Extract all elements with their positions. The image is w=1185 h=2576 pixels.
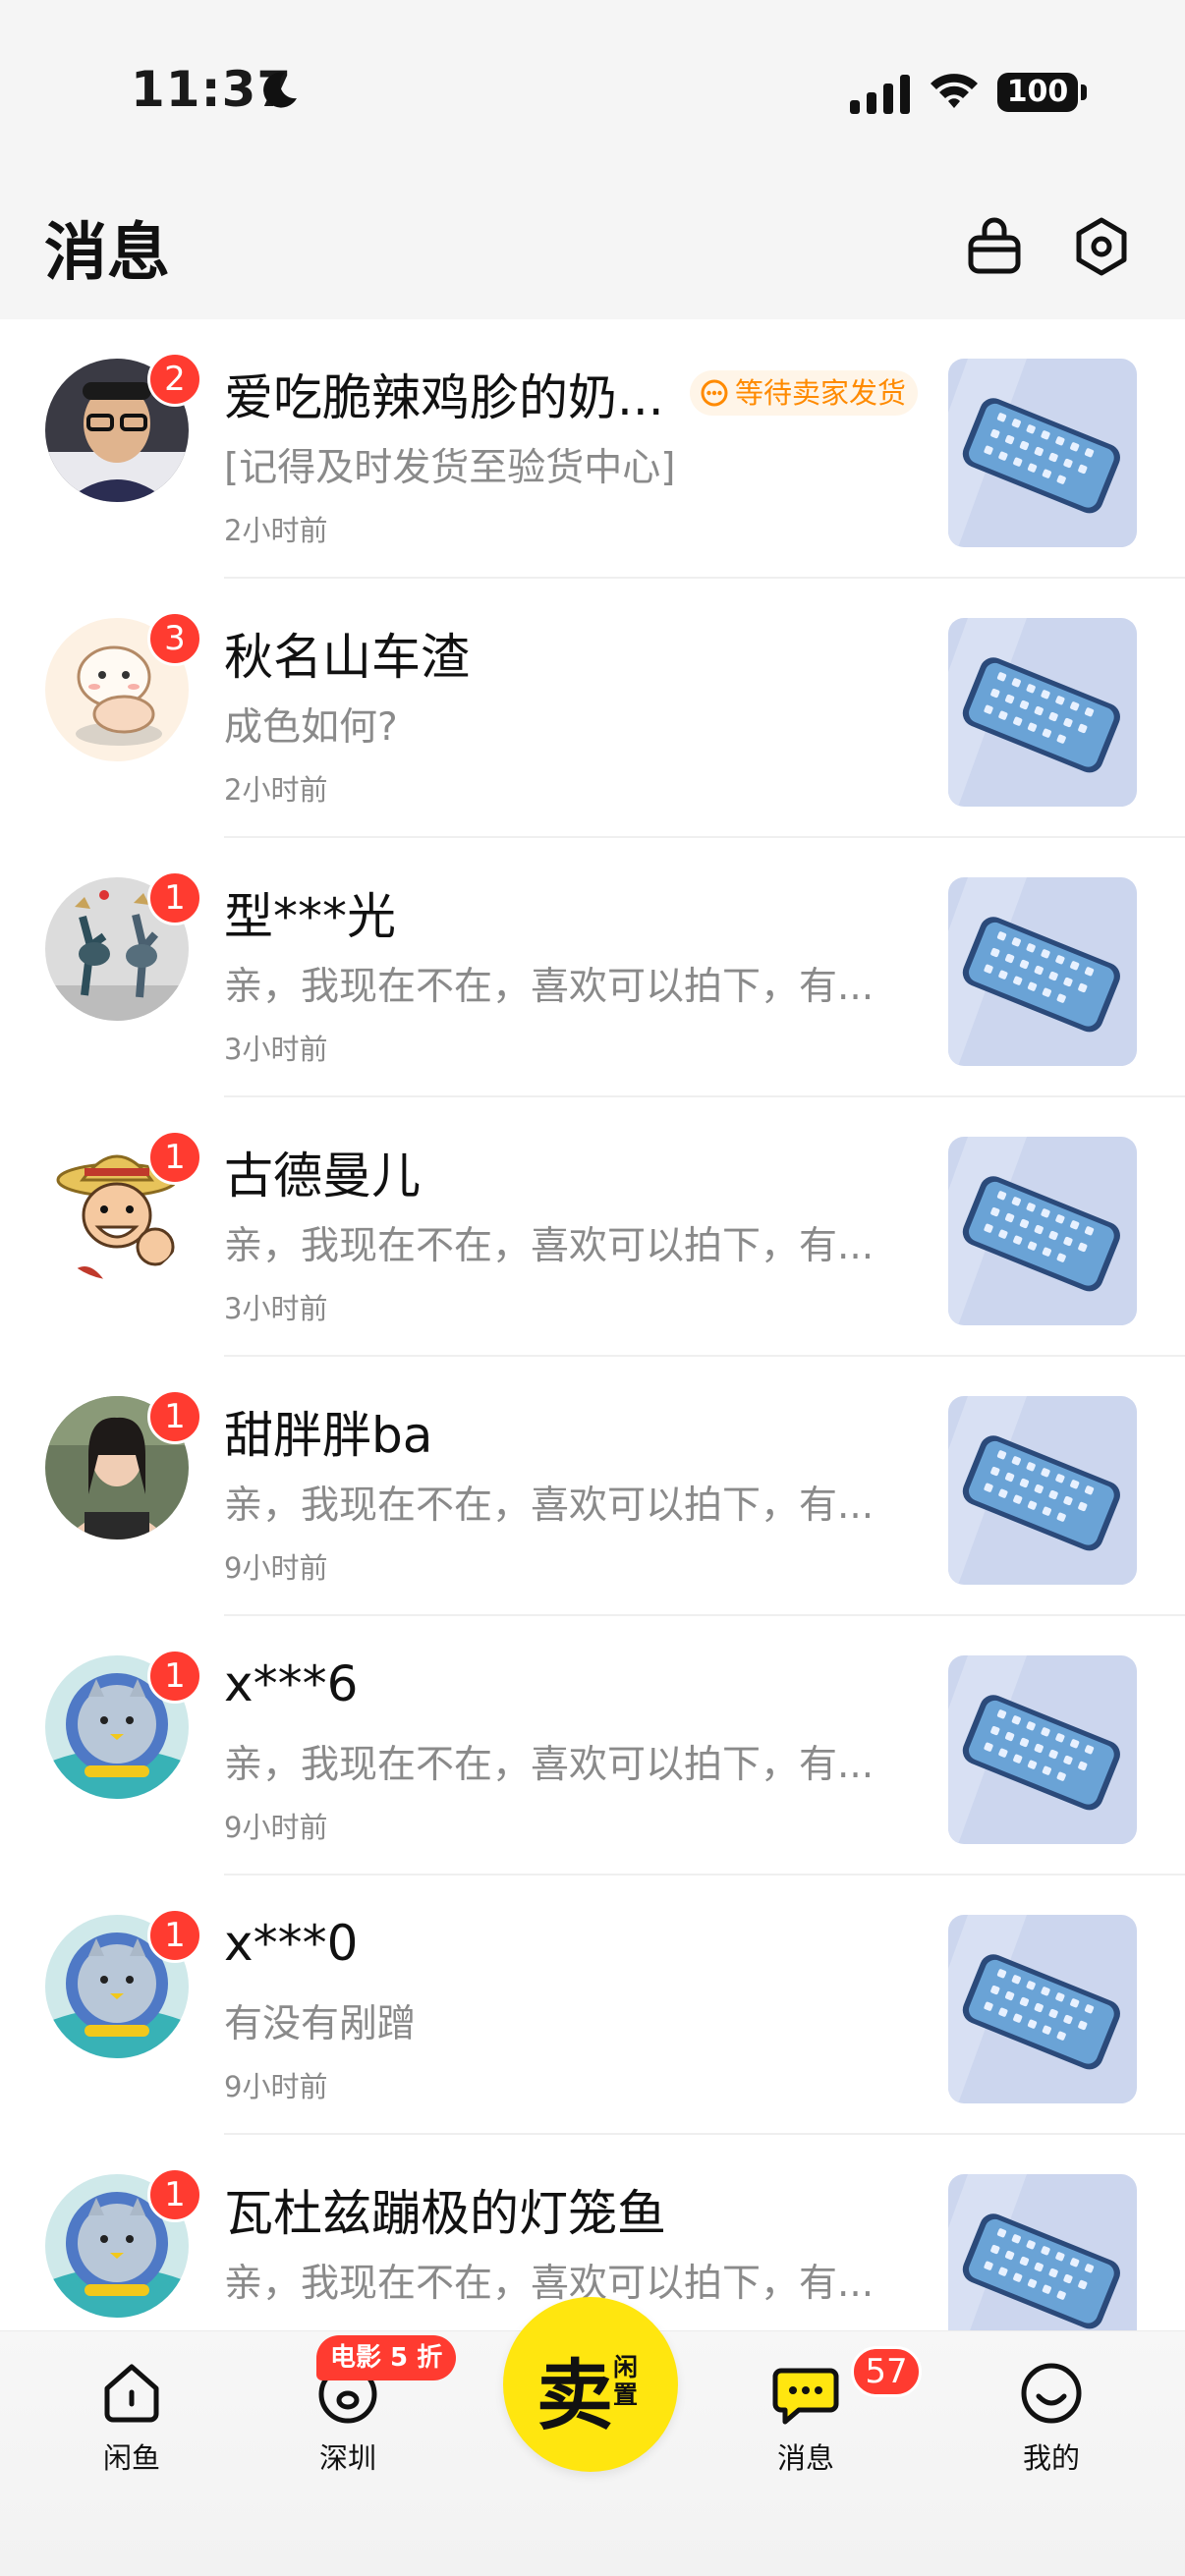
- tab-home-label: 闲鱼: [102, 2441, 160, 2475]
- shopping-bag-icon[interactable]: [964, 216, 1025, 277]
- message-time: 9小时前: [224, 1551, 328, 1585]
- battery-cap: [1081, 84, 1087, 100]
- product-thumbnail[interactable]: [948, 1655, 1137, 1844]
- messages-unread-count: 57: [851, 2346, 922, 2397]
- message-time: 2小时前: [224, 773, 328, 807]
- city-promo-badge: 电影 5 折: [316, 2335, 457, 2380]
- tab-home[interactable]: 闲鱼: [53, 2357, 210, 2477]
- unread-badge: 2: [147, 352, 202, 407]
- tab-me[interactable]: 我的: [973, 2357, 1130, 2477]
- unread-badge: 1: [147, 1908, 202, 1963]
- contact-name: x***0: [224, 1915, 359, 1972]
- conversation-row[interactable]: 2 爱吃脆辣鸡胗的奶... 等待卖家发货 [记得及时发货至验货中心] 2小时前: [0, 319, 1185, 579]
- product-thumbnail[interactable]: [948, 1137, 1137, 1325]
- sell-button-sublabel: 闲置: [613, 2353, 639, 2409]
- contact-name: 甜胖胖ba: [224, 1407, 433, 1464]
- order-status-label: 等待卖家发货: [735, 376, 907, 410]
- message-time: 3小时前: [224, 1292, 328, 1325]
- conversation-list: 2 爱吃脆辣鸡胗的奶... 等待卖家发货 [记得及时发货至验货中心] 2小时前: [0, 319, 1185, 2394]
- contact-name: 爱吃脆辣鸡胗的奶...: [224, 369, 664, 426]
- contact-name: 型***光: [224, 888, 396, 945]
- chat-bubble-icon: [772, 2368, 839, 2425]
- unread-badge: 1: [147, 1130, 202, 1185]
- product-thumbnail[interactable]: [948, 1915, 1137, 2103]
- conversation-row[interactable]: 1 x***0 有没有剐蹭 9小时前: [0, 1876, 1185, 2135]
- message-time: 2小时前: [224, 514, 328, 547]
- page-title: 消息: [44, 217, 170, 290]
- message-time: 3小时前: [224, 1033, 328, 1066]
- contact-name: 秋名山车渣: [224, 629, 470, 686]
- order-status-tag: 等待卖家发货: [690, 370, 919, 416]
- tab-city-label: 深圳: [318, 2441, 376, 2475]
- contact-name: x***6: [224, 1655, 359, 1712]
- conversation-row[interactable]: 3 秋名山车渣 成色如何? 2小时前: [0, 579, 1185, 838]
- contact-name: 古德曼儿: [224, 1148, 421, 1204]
- battery-indicator: 100: [997, 73, 1078, 112]
- message-preview: 有没有剐蹭: [224, 2002, 417, 2046]
- product-thumbnail[interactable]: [948, 618, 1137, 807]
- conversation-row[interactable]: 1 古德曼儿 亲，我现在不在，喜欢可以拍下，有... 3小时前: [0, 1097, 1185, 1357]
- message-preview: 亲，我现在不在，喜欢可以拍下，有...: [224, 1484, 875, 1528]
- message-preview: [记得及时发货至验货中心]: [224, 446, 676, 490]
- moon-icon: [263, 72, 297, 108]
- sell-button[interactable]: 卖 闲置: [503, 2297, 678, 2472]
- message-preview: 成色如何?: [224, 705, 398, 750]
- message-preview: 亲，我现在不在，喜欢可以拍下，有...: [224, 1224, 875, 1268]
- unread-badge: 1: [147, 2167, 202, 2222]
- message-preview: 亲，我现在不在，喜欢可以拍下，有...: [224, 965, 875, 1009]
- cellular-signal-icon: [850, 73, 910, 114]
- product-thumbnail[interactable]: [948, 359, 1137, 547]
- settings-icon[interactable]: [1071, 216, 1132, 277]
- conversation-row[interactable]: 1 甜胖胖ba 亲，我现在不在，喜欢可以拍下，有... 9小时前: [0, 1357, 1185, 1616]
- unread-badge: 1: [147, 1389, 202, 1444]
- wifi-icon: [931, 74, 978, 108]
- home-icon: [104, 2364, 159, 2423]
- smiley-face-icon: [1021, 2363, 1082, 2424]
- conversation-row[interactable]: 1 型***光 亲，我现在不在，喜欢可以拍下，有... 3小时前: [0, 838, 1185, 1097]
- pending-dots-icon: [701, 379, 728, 407]
- sell-button-label: 卖: [536, 2351, 614, 2440]
- contact-name: 瓦杜兹蹦极的灯笼鱼: [224, 2185, 666, 2242]
- tab-messages-label: 消息: [776, 2441, 834, 2475]
- message-time: 9小时前: [224, 2070, 328, 2103]
- messages-screen: 11:37 100 消息 2 爱吃脆辣鸡胗的奶... 等待卖家发货 [记得及时发…: [0, 0, 1185, 2576]
- product-thumbnail[interactable]: [948, 1396, 1137, 1585]
- message-time: 9小时前: [224, 1811, 328, 1844]
- tab-me-label: 我的: [1022, 2441, 1080, 2475]
- product-thumbnail[interactable]: [948, 877, 1137, 1066]
- unread-badge: 1: [147, 1649, 202, 1704]
- unread-badge: 1: [147, 870, 202, 925]
- conversation-row[interactable]: 1 x***6 亲，我现在不在，喜欢可以拍下，有... 9小时前: [0, 1616, 1185, 1876]
- top-header: 11:37 100 消息: [0, 0, 1185, 319]
- message-preview: 亲，我现在不在，喜欢可以拍下，有...: [224, 1743, 875, 1787]
- unread-badge: 3: [147, 611, 202, 666]
